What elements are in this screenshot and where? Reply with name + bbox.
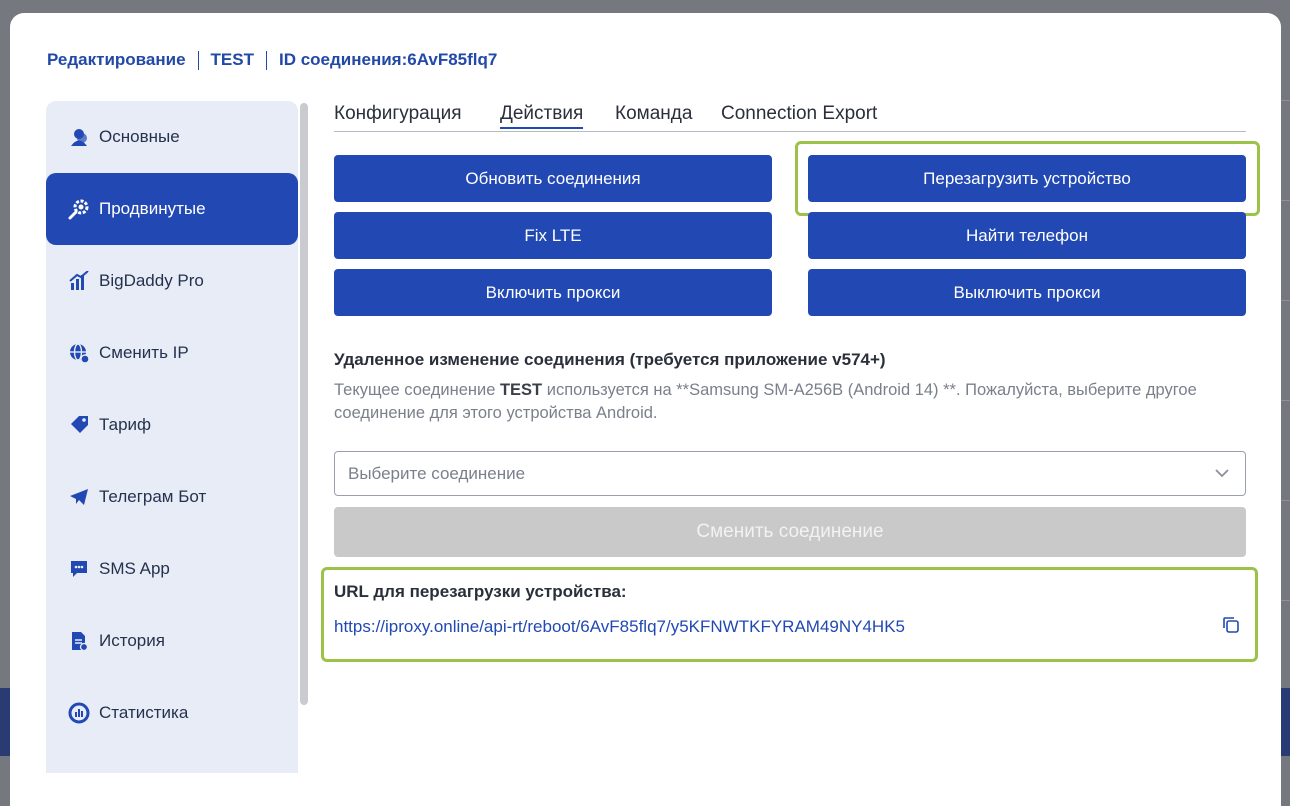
chart-icon <box>68 270 90 292</box>
chevron-down-icon <box>1213 464 1231 487</box>
change-connection-button[interactable]: Сменить соединение <box>334 507 1246 557</box>
tab-configuration[interactable]: Конфигурация <box>334 103 462 125</box>
tag-icon <box>68 414 90 436</box>
user-icon <box>68 126 90 148</box>
sidebar-item-tariff[interactable]: Тариф <box>46 389 298 461</box>
chat-icon <box>68 558 90 580</box>
scrollbar-thumb[interactable] <box>300 103 308 705</box>
sidebar-item-sms-app[interactable]: SMS App <box>46 533 298 605</box>
sidebar-item-label: Основные <box>99 127 180 146</box>
tab-command[interactable]: Команда <box>615 103 692 125</box>
breadcrumb: Редактирование TEST ID соединения:6AvF85… <box>47 50 497 70</box>
breadcrumb-separator <box>265 50 267 70</box>
remote-change-title: Удаленное изменение соединения (требуетс… <box>334 350 886 369</box>
connection-select[interactable]: Выберите соединение <box>334 451 1246 496</box>
find-phone-button[interactable]: Найти телефон <box>808 212 1246 259</box>
tab-connection-export[interactable]: Connection Export <box>721 103 877 125</box>
sidebar-item-label: BigDaddy Pro <box>99 271 204 290</box>
reboot-device-button[interactable]: Перезагрузить устройство <box>808 155 1246 202</box>
sidebar-item-telegram-bot[interactable]: Телеграм Бот <box>46 461 298 533</box>
sidebar-item-change-ip[interactable]: Сменить IP <box>46 317 298 389</box>
select-placeholder: Выберите соединение <box>348 463 526 483</box>
sidebar-item-label: Статистика <box>99 703 189 722</box>
sidebar-item-basic[interactable]: Основные <box>46 101 298 173</box>
disable-proxy-button[interactable]: Выключить прокси <box>808 269 1246 316</box>
stats-icon <box>68 702 90 724</box>
globe-icon <box>68 342 90 364</box>
sidebar-item-label: Продвинутые <box>99 199 206 218</box>
sidebar-item-label: Сменить IP <box>99 343 189 362</box>
remote-change-description: Текущее соединение TEST используется на … <box>334 379 1254 425</box>
description-text: Текущее соединение <box>334 381 500 399</box>
gear-search-icon <box>68 198 90 220</box>
sidebar: Основные Продвинутые BigDaddy Pro Сменит… <box>46 101 298 773</box>
sidebar-item-label: История <box>99 631 165 650</box>
breadcrumb-separator <box>197 50 199 70</box>
document-icon <box>68 630 90 652</box>
refresh-connection-button[interactable]: Обновить соединения <box>334 155 772 202</box>
reboot-url-label: URL для перезагрузки устройства: <box>334 582 627 601</box>
sidebar-item-advanced[interactable]: Продвинутые <box>46 173 298 245</box>
fix-lte-button[interactable]: Fix LTE <box>334 212 772 259</box>
sidebar-item-label: Телеграм Бот <box>99 487 207 506</box>
sidebar-scrollbar[interactable] <box>300 103 308 773</box>
breadcrumb-connection-id: ID соединения:6AvF85flq7 <box>278 50 498 69</box>
sidebar-item-label: SMS App <box>99 559 170 578</box>
breadcrumb-edit[interactable]: Редактирование <box>47 50 186 70</box>
sidebar-item-label: Тариф <box>99 415 152 434</box>
reboot-url-link[interactable]: https://iproxy.online/api-rt/reboot/6AvF… <box>334 617 905 637</box>
copy-icon[interactable] <box>1221 615 1241 639</box>
current-connection-name: TEST <box>499 381 543 399</box>
tab-actions[interactable]: Действия <box>500 103 584 129</box>
tab-bar: Конфигурация Действия Команда Connection… <box>334 101 1246 132</box>
sidebar-item-statistics[interactable]: Статистика <box>46 677 298 749</box>
breadcrumb-connection-name[interactable]: TEST <box>211 50 254 70</box>
edit-connection-modal: Редактирование TEST ID соединения:6AvF85… <box>10 13 1281 806</box>
sidebar-item-bigdaddy-pro[interactable]: BigDaddy Pro <box>46 245 298 317</box>
telegram-icon <box>68 486 90 508</box>
enable-proxy-button[interactable]: Включить прокси <box>334 269 772 316</box>
sidebar-item-history[interactable]: История <box>46 605 298 677</box>
